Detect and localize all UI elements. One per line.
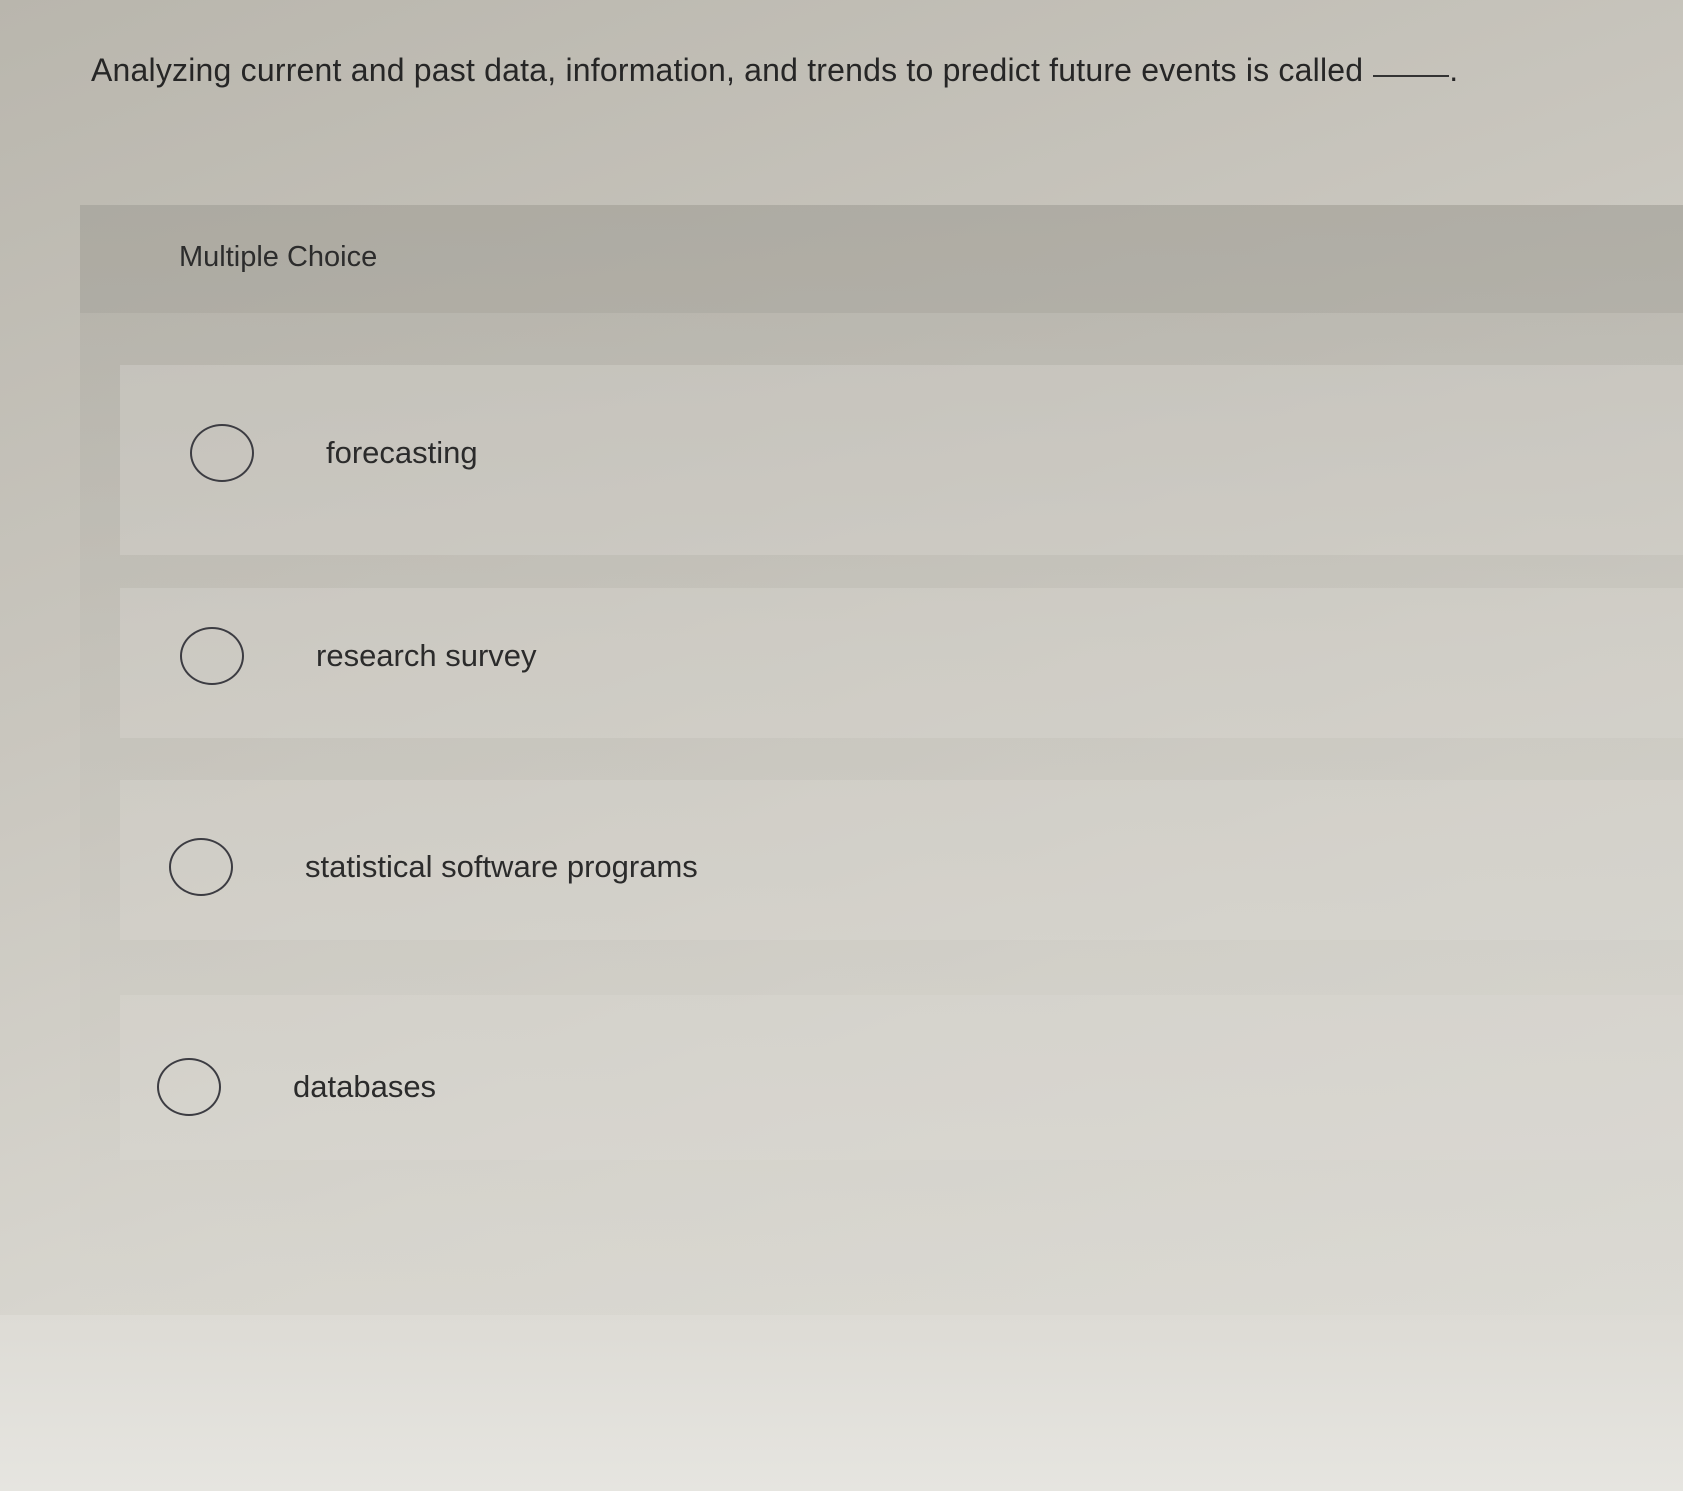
question-period: . [1449,52,1459,88]
radio-button[interactable] [180,627,244,685]
panel-header: Multiple Choice [80,205,1683,313]
radio-button[interactable] [157,1058,221,1116]
question-text: Analyzing current and past data, informa… [91,52,1651,89]
page-footer-area [0,1315,1683,1491]
multiple-choice-panel: Multiple Choice forecasting research sur… [80,205,1683,1315]
choice-statistical-software-programs[interactable]: statistical software programs [169,838,698,896]
choice-forecasting[interactable]: forecasting [190,424,478,482]
choice-research-survey[interactable]: research survey [180,627,537,685]
choice-label: databases [293,1069,437,1104]
question-prompt: Analyzing current and past data, informa… [91,52,1364,88]
choice-label: research survey [316,638,537,673]
choice-label: forecasting [326,435,478,470]
choice-databases[interactable]: databases [157,1058,436,1116]
panel-title: Multiple Choice [179,241,378,273]
answer-blank [1373,75,1450,77]
radio-button[interactable] [190,424,254,482]
choice-label: statistical software programs [305,849,698,884]
radio-button[interactable] [169,838,233,896]
